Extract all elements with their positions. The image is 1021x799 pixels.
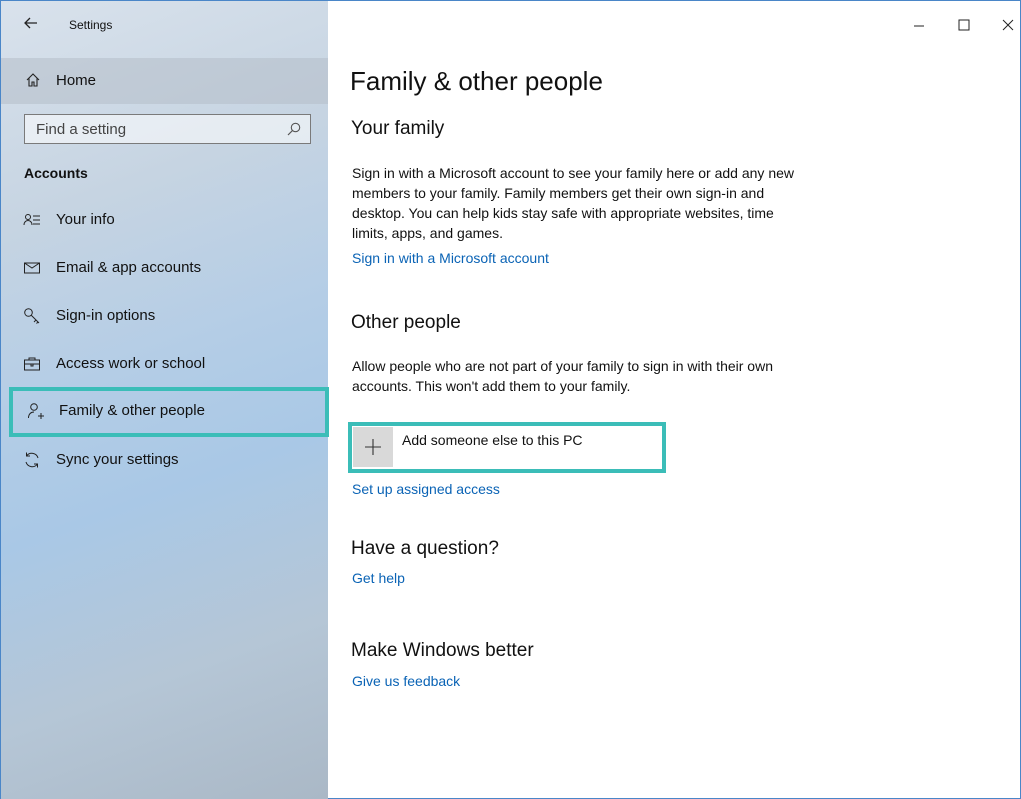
maximize-button[interactable] <box>949 11 979 39</box>
sidebar-item-label: Sign-in options <box>56 307 156 324</box>
home-icon <box>25 72 41 88</box>
section-title-accounts: Accounts <box>24 165 88 181</box>
settings-window: Settings Home Accounts Your info E <box>0 0 1021 799</box>
sidebar-item-sign-in-options[interactable]: Sign-in options <box>1 293 328 339</box>
sidebar-item-label: Access work or school <box>56 355 206 372</box>
assigned-access-link[interactable]: Set up assigned access <box>352 481 500 497</box>
heading-your-family: Your family <box>351 118 445 139</box>
close-button[interactable] <box>993 11 1021 39</box>
sidebar-item-label: Your info <box>56 211 115 228</box>
sidebar-item-label: Sync your settings <box>56 451 179 468</box>
heading-make-windows-better: Make Windows better <box>351 640 534 661</box>
other-people-description: Allow people who are not part of your fa… <box>352 358 773 394</box>
search-icon[interactable] <box>286 121 302 137</box>
sync-icon <box>23 451 41 469</box>
mail-icon <box>23 259 41 277</box>
person-add-icon <box>27 402 45 420</box>
sidebar-item-your-info[interactable]: Your info <box>1 197 328 243</box>
close-icon <box>1002 19 1014 31</box>
key-icon <box>23 307 41 325</box>
sign-in-microsoft-link[interactable]: Sign in with a Microsoft account <box>352 250 549 266</box>
search-input[interactable] <box>25 115 275 143</box>
add-someone-label: Add someone else to this PC <box>402 432 583 448</box>
search-box[interactable] <box>24 114 311 144</box>
give-feedback-link[interactable]: Give us feedback <box>352 673 460 689</box>
briefcase-icon <box>23 355 41 373</box>
sidebar-item-email-accounts[interactable]: Email & app accounts <box>1 245 328 291</box>
plus-icon <box>353 427 393 467</box>
nav-home-label: Home <box>56 72 97 89</box>
sidebar-item-work-school[interactable]: Access work or school <box>1 341 328 387</box>
sidebar-item-label: Email & app accounts <box>56 259 202 276</box>
title-bar: Settings <box>1 1 328 51</box>
add-someone-button[interactable]: Add someone else to this PC <box>348 422 666 473</box>
nav-home[interactable]: Home <box>1 58 328 104</box>
page-title: Family & other people <box>350 66 603 96</box>
sidebar-item-family[interactable]: Family & other people <box>9 387 329 437</box>
app-title: Settings <box>69 18 113 32</box>
heading-have-question: Have a question? <box>351 538 499 559</box>
sidebar-item-label: Family & other people <box>59 402 205 419</box>
sidebar-item-sync[interactable]: Sync your settings <box>1 437 328 483</box>
minimize-icon <box>914 25 924 27</box>
get-help-link[interactable]: Get help <box>352 570 405 586</box>
sidebar: Settings Home Accounts Your info E <box>1 1 329 799</box>
maximize-icon <box>958 19 970 31</box>
back-arrow-icon[interactable] <box>23 15 39 33</box>
minimize-button[interactable] <box>904 11 934 39</box>
heading-other-people: Other people <box>351 312 461 333</box>
your-family-description: Sign in with a Microsoft account to see … <box>352 165 794 241</box>
person-info-icon <box>23 211 41 229</box>
